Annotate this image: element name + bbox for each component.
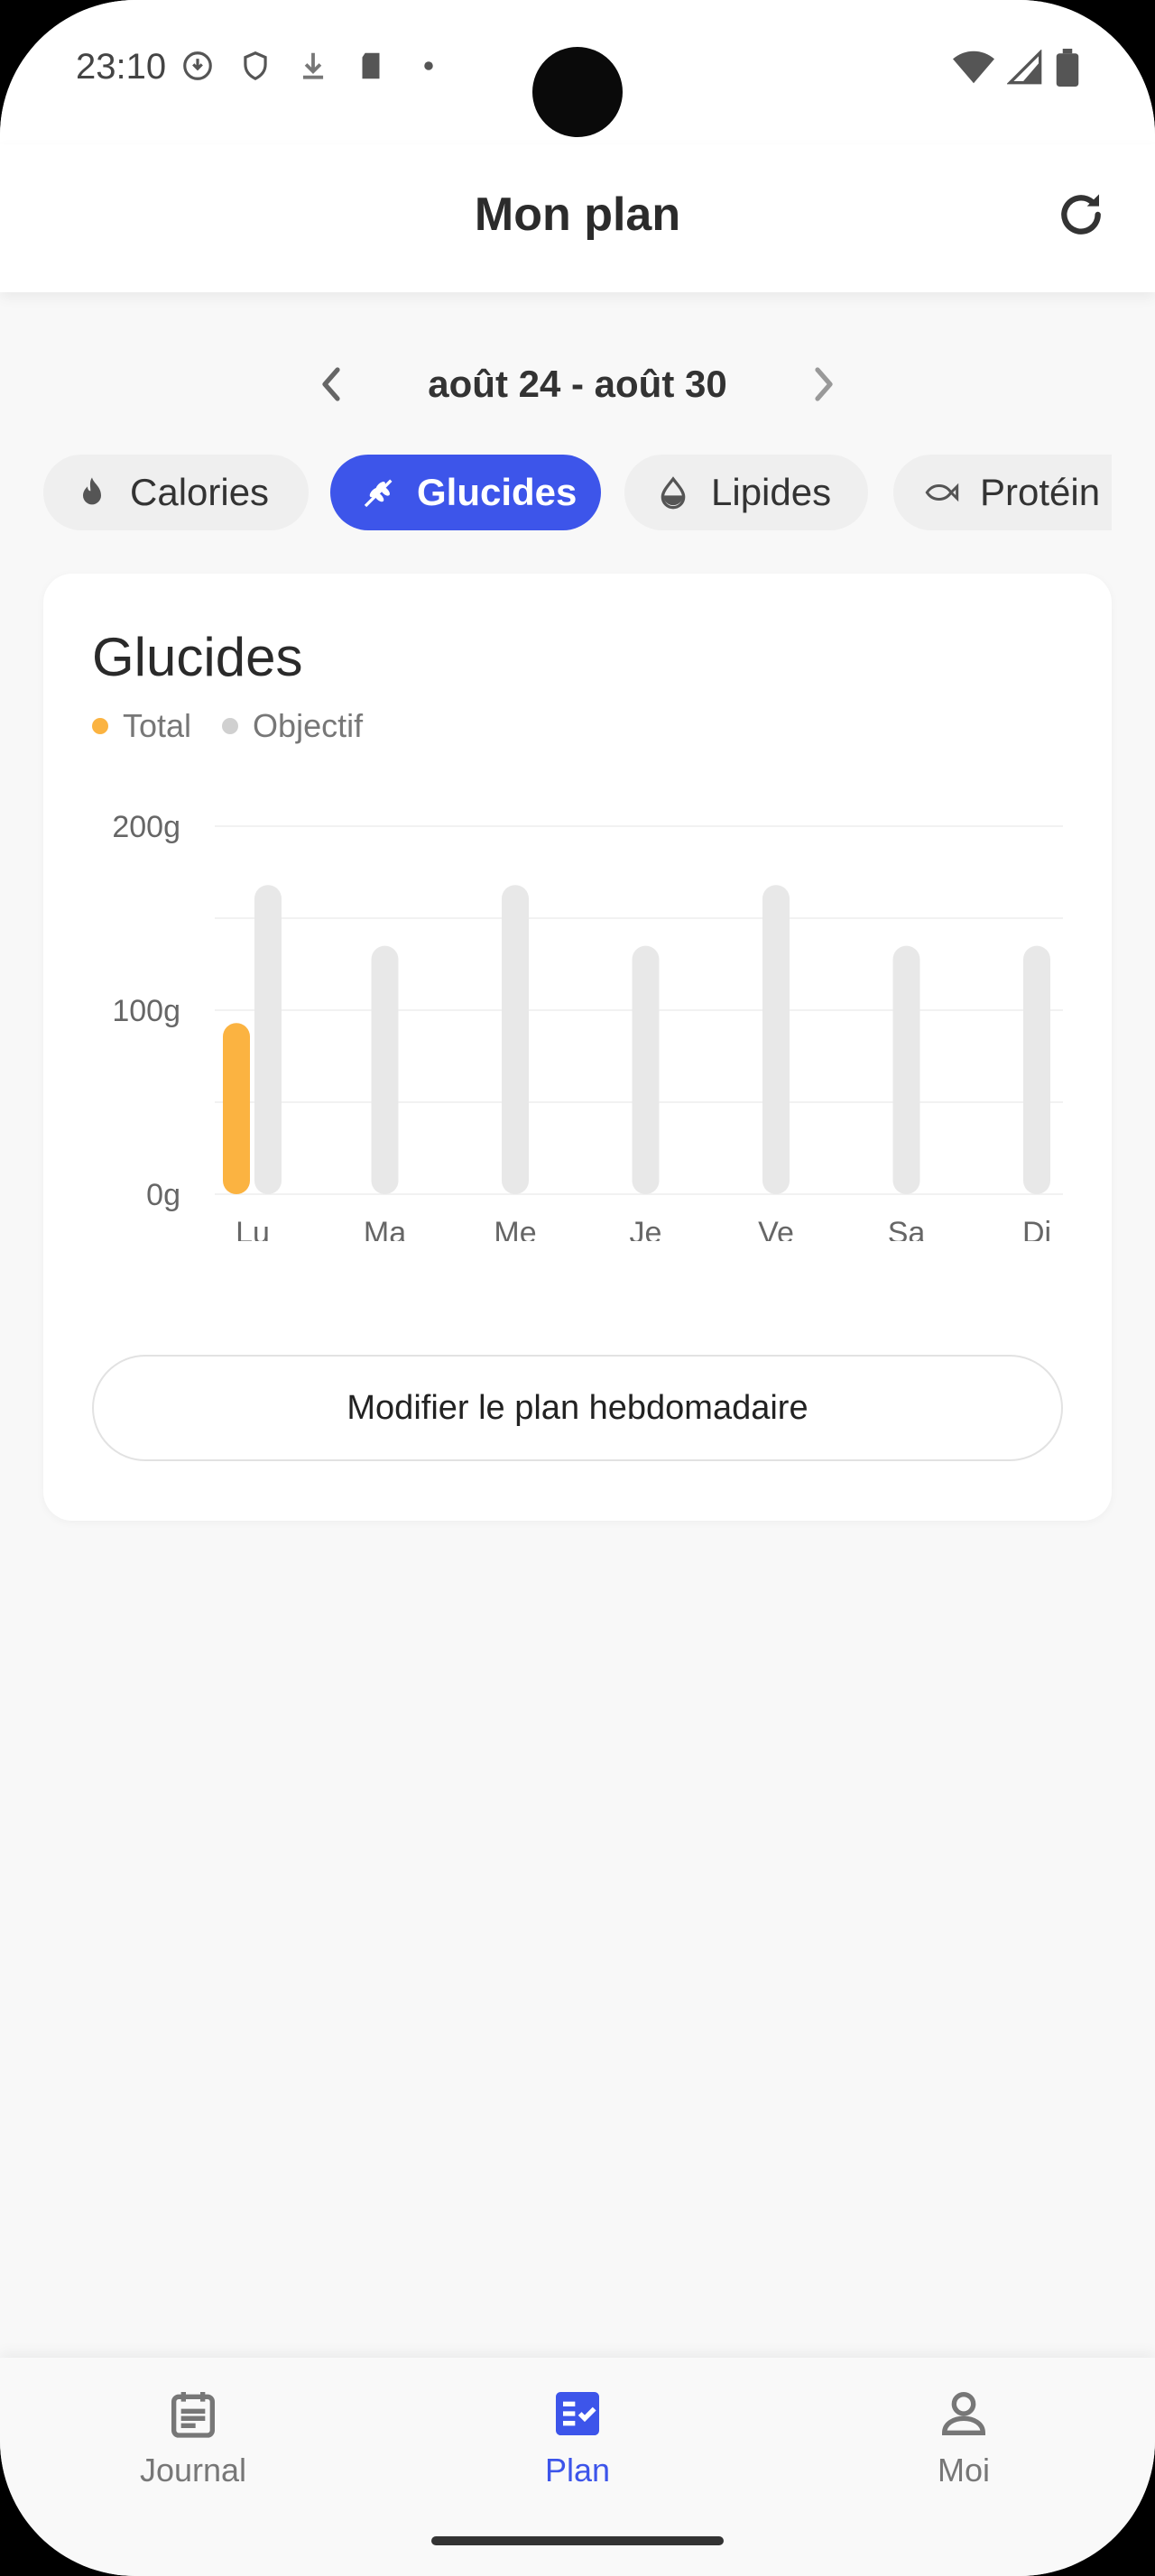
nav-label: Journal [139, 2452, 247, 2489]
chip-label: Lipides [711, 471, 832, 513]
card-title: Glucides [92, 627, 303, 687]
legend-total-dot [92, 718, 108, 734]
refresh-button[interactable] [1052, 186, 1110, 244]
sync-icon [180, 49, 215, 83]
y-tick-label: 200g [112, 810, 180, 844]
chip-proteines[interactable]: Protéin [893, 455, 1112, 530]
legend-total-label: Total [123, 707, 192, 744]
chip-label: Glucides [417, 471, 578, 513]
legend-total: Total [92, 707, 191, 745]
camera-cutout [532, 47, 623, 137]
bar-goal-me [502, 885, 529, 1194]
journal-icon [171, 2392, 215, 2438]
chart-legend: Total Objectif [92, 707, 393, 745]
x-tick-label-lu: Lu [236, 1216, 270, 1241]
download-icon [296, 49, 330, 83]
page-title: Mon plan [474, 189, 681, 241]
drop-icon [661, 476, 686, 510]
nav-journal[interactable]: Journal [76, 2385, 310, 2489]
sd-card-icon [354, 49, 388, 83]
plan-icon [556, 2392, 599, 2435]
bar-total-lu [223, 1023, 250, 1194]
next-week-button[interactable] [805, 364, 841, 404]
status-bar: 23:10 [0, 0, 1155, 144]
bar-goal-sa [892, 945, 920, 1194]
nav-label: Plan [544, 2452, 611, 2489]
home-indicator [431, 2536, 724, 2545]
nav-moi[interactable]: Moi [846, 2385, 1081, 2489]
week-navigator: août 24 - août 30 [0, 352, 1155, 417]
legend-goal: Objectif [222, 707, 363, 745]
glucides-card: Glucides Total Objectif 0g 100g 200g Lu Ma Me… [43, 574, 1112, 1521]
x-tick-label-sa: Sa [888, 1216, 926, 1241]
y-tick-label: 100g [112, 994, 180, 1028]
wifi-icon [953, 51, 994, 84]
x-tick-label-me: Me [494, 1216, 536, 1241]
battery-icon [1056, 49, 1079, 87]
status-time: 23:10 [76, 47, 167, 87]
x-tick-label-je: Je [630, 1216, 662, 1241]
y-tick-label: 0g [146, 1178, 180, 1212]
legend-goal-label: Objectif [253, 707, 364, 744]
fish-icon [925, 483, 959, 502]
edit-weekly-plan-button[interactable]: Modifier le plan hebdomadaire [92, 1355, 1063, 1461]
x-tick-label-ma: Ma [364, 1216, 406, 1241]
x-tick-label-di: Di [1022, 1216, 1051, 1241]
nav-plan[interactable]: Plan [460, 2385, 695, 2489]
bar-goal-je [632, 945, 660, 1194]
chip-label: Calories [130, 471, 270, 513]
nav-label: Moi [937, 2452, 990, 2489]
nutrient-chips: Calories Glucides Lipides Protéin [43, 455, 1112, 530]
status-icons-right [953, 49, 1079, 87]
bar-goal-di [1023, 945, 1050, 1194]
app-bar: Mon plan [0, 144, 1155, 292]
legend-goal-dot [222, 718, 239, 734]
chevron-right-icon [815, 367, 833, 401]
bar-goal-ma [371, 945, 399, 1194]
bar-goal-lu [254, 885, 282, 1194]
shield-icon [238, 49, 273, 83]
flame-icon [83, 477, 101, 505]
grain-icon [364, 479, 393, 508]
signal-icon [1007, 50, 1042, 85]
x-tick-label-ve: Ve [758, 1216, 794, 1241]
glucides-bar-chart: 0g 100g 200g Lu Ma Me Je Ve Sa Di [112, 810, 1063, 1241]
refresh-icon [1061, 194, 1101, 235]
chip-calories[interactable]: Calories [43, 455, 309, 530]
chip-glucides[interactable]: Glucides [330, 455, 601, 530]
status-icons-left [180, 49, 446, 83]
bar-goal-ve [762, 885, 790, 1194]
chip-label: Protéin [980, 471, 1101, 513]
phone-screen: 23:10 Mon plan août 24 - août 30 Calorie… [0, 0, 1155, 2576]
person-icon [941, 2392, 986, 2435]
dot-icon [411, 49, 446, 83]
chip-lipides[interactable]: Lipides [624, 455, 868, 530]
week-range-label: août 24 - août 30 [428, 363, 727, 405]
